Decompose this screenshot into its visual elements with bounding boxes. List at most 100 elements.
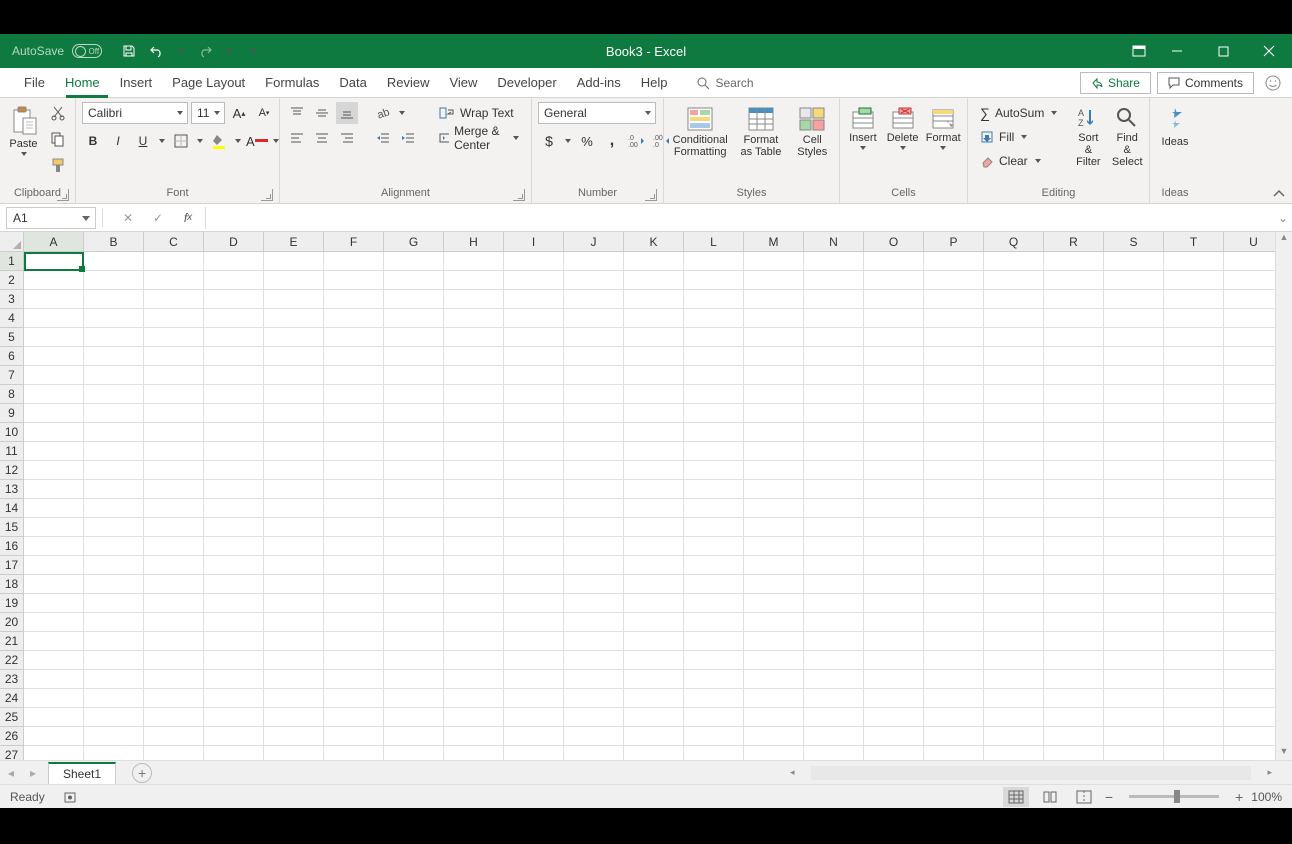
row-header-21[interactable]: 21 [0, 632, 24, 651]
normal-view-icon[interactable] [1003, 787, 1029, 807]
close-icon[interactable] [1246, 34, 1292, 68]
column-header-H[interactable]: H [444, 232, 504, 251]
italic-icon[interactable]: I [107, 130, 129, 152]
minimize-icon[interactable] [1154, 34, 1200, 68]
column-header-E[interactable]: E [264, 232, 324, 251]
align-middle-icon[interactable] [311, 102, 333, 124]
increase-font-icon[interactable]: A▴ [228, 102, 250, 124]
increase-indent-icon[interactable] [397, 127, 419, 149]
zoom-level[interactable]: 100% [1251, 790, 1282, 804]
delete-cells-button[interactable]: Delete [886, 102, 920, 150]
percent-format-icon[interactable]: % [576, 130, 598, 152]
orientation-dropdown-icon[interactable] [397, 111, 407, 115]
row-header-17[interactable]: 17 [0, 556, 24, 575]
column-header-C[interactable]: C [144, 232, 204, 251]
format-dropdown-icon[interactable] [938, 146, 948, 150]
underline-dropdown-icon[interactable] [157, 139, 167, 143]
fill-button[interactable]: Fill [974, 126, 1065, 148]
decrease-font-icon[interactable]: A▾ [253, 102, 275, 124]
insert-cells-button[interactable]: Insert [846, 102, 880, 150]
name-box[interactable]: A1 [6, 207, 96, 229]
select-all-corner[interactable] [0, 232, 24, 252]
zoom-in-icon[interactable]: + [1235, 789, 1243, 805]
align-center-icon[interactable] [311, 127, 333, 149]
expand-formula-bar-icon[interactable]: ⌄ [1274, 211, 1292, 225]
row-header-9[interactable]: 9 [0, 404, 24, 423]
tab-insert[interactable]: Insert [110, 69, 163, 97]
tab-page-layout[interactable]: Page Layout [162, 69, 255, 97]
column-header-J[interactable]: J [564, 232, 624, 251]
wrap-text-button[interactable]: Wrap Text [433, 102, 525, 124]
cancel-formula-icon[interactable]: ✕ [117, 207, 139, 229]
save-icon[interactable] [120, 42, 138, 60]
autosave-toggle[interactable]: AutoSave Off [12, 44, 102, 58]
tab-developer[interactable]: Developer [487, 69, 566, 97]
fill-dropdown-icon[interactable] [1019, 135, 1029, 139]
tab-file[interactable]: File [14, 69, 55, 97]
underline-icon[interactable]: U [132, 130, 154, 152]
tell-me-search[interactable]: Search [696, 76, 754, 90]
column-header-F[interactable]: F [324, 232, 384, 251]
column-header-M[interactable]: M [744, 232, 804, 251]
column-header-P[interactable]: P [924, 232, 984, 251]
autosum-dropdown-icon[interactable] [1049, 111, 1059, 115]
format-as-table-button[interactable]: Format as Table [736, 102, 785, 158]
clear-button[interactable]: Clear [974, 150, 1065, 172]
page-break-view-icon[interactable] [1071, 787, 1097, 807]
format-painter-icon[interactable] [47, 154, 69, 176]
row-header-6[interactable]: 6 [0, 347, 24, 366]
column-header-G[interactable]: G [384, 232, 444, 251]
paste-button[interactable]: Paste [6, 102, 41, 156]
column-header-T[interactable]: T [1164, 232, 1224, 251]
row-header-4[interactable]: 4 [0, 309, 24, 328]
column-header-L[interactable]: L [684, 232, 744, 251]
row-header-19[interactable]: 19 [0, 594, 24, 613]
paste-dropdown-icon[interactable] [19, 152, 29, 156]
tab-formulas[interactable]: Formulas [255, 69, 329, 97]
undo-icon[interactable] [148, 42, 166, 60]
row-header-23[interactable]: 23 [0, 670, 24, 689]
column-header-N[interactable]: N [804, 232, 864, 251]
sheet-nav-prev-icon[interactable]: ◂ [0, 762, 22, 784]
qat-customize-icon[interactable] [248, 42, 258, 60]
tab-view[interactable]: View [439, 69, 487, 97]
sheet-nav-next-icon[interactable]: ▸ [22, 762, 44, 784]
row-header-7[interactable]: 7 [0, 366, 24, 385]
format-cells-button[interactable]: Format [925, 102, 961, 150]
page-layout-view-icon[interactable] [1037, 787, 1063, 807]
bold-icon[interactable]: B [82, 130, 104, 152]
vertical-scrollbar[interactable]: ▲ ▼ [1275, 232, 1292, 760]
collapse-ribbon-icon[interactable] [1272, 189, 1286, 199]
tab-home[interactable]: Home [55, 69, 110, 97]
zoom-slider-thumb[interactable] [1174, 790, 1180, 803]
row-header-12[interactable]: 12 [0, 461, 24, 480]
row-header-10[interactable]: 10 [0, 423, 24, 442]
share-button[interactable]: Share [1080, 72, 1151, 94]
find-select-button[interactable]: Find & Select [1111, 102, 1143, 168]
row-header-15[interactable]: 15 [0, 518, 24, 537]
clipboard-launcher-icon[interactable] [57, 189, 69, 201]
row-header-25[interactable]: 25 [0, 708, 24, 727]
ribbon-display-icon[interactable] [1124, 34, 1154, 68]
fill-color-icon[interactable] [208, 130, 230, 152]
column-header-B[interactable]: B [84, 232, 144, 251]
undo-dropdown-icon[interactable] [176, 42, 186, 60]
column-header-O[interactable]: O [864, 232, 924, 251]
column-header-K[interactable]: K [624, 232, 684, 251]
insert-dropdown-icon[interactable] [858, 146, 868, 150]
row-header-3[interactable]: 3 [0, 290, 24, 309]
row-header-27[interactable]: 27 [0, 746, 24, 760]
row-header-24[interactable]: 24 [0, 689, 24, 708]
font-launcher-icon[interactable] [261, 189, 273, 201]
row-header-18[interactable]: 18 [0, 575, 24, 594]
redo-dropdown-icon[interactable] [224, 42, 234, 60]
tab-add-ins[interactable]: Add-ins [567, 69, 631, 97]
column-header-I[interactable]: I [504, 232, 564, 251]
tab-help[interactable]: Help [631, 69, 678, 97]
font-size-select[interactable]: 11 [191, 102, 225, 124]
row-header-26[interactable]: 26 [0, 727, 24, 746]
merge-center-button[interactable]: Merge & Center [433, 127, 525, 149]
row-header-5[interactable]: 5 [0, 328, 24, 347]
row-header-8[interactable]: 8 [0, 385, 24, 404]
row-header-11[interactable]: 11 [0, 442, 24, 461]
